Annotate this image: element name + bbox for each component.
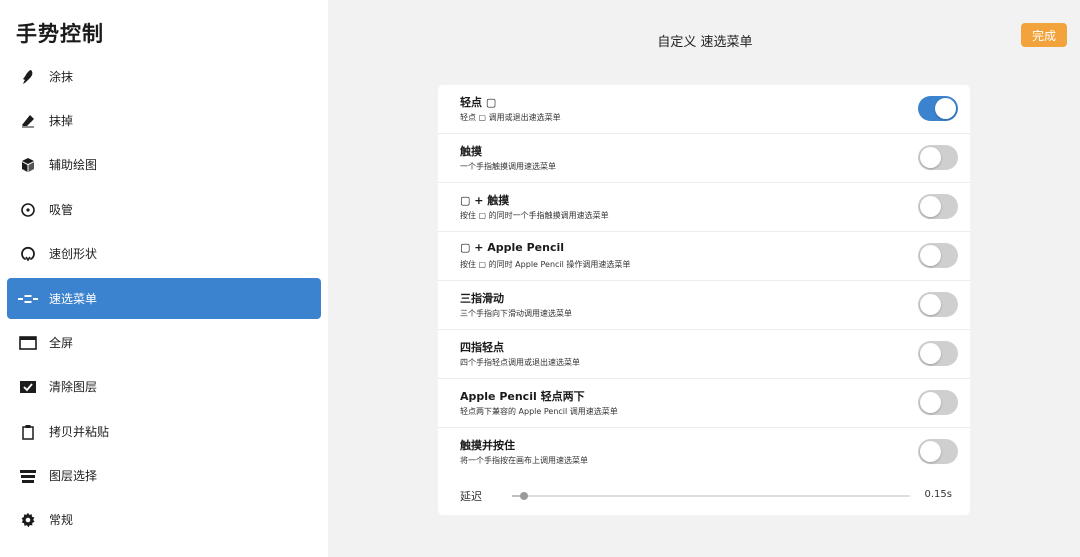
sidebar-item-smudge[interactable]: 涂抹 <box>7 56 321 97</box>
sidebar-item-label: 常规 <box>49 513 74 527</box>
sidebar-item-label: 吸管 <box>49 203 74 217</box>
setting-subtitle: 四个手指轻点调用或退出速选菜单 <box>460 358 580 367</box>
sidebar-item-label: 速选菜单 <box>49 292 98 306</box>
toggle-knob <box>920 343 941 364</box>
toggle-knob <box>920 441 941 462</box>
sidebar-item-fullscreen[interactable]: 全屏 <box>7 322 321 363</box>
sidebar-item-label: 图层选择 <box>49 469 98 483</box>
toggle-knob <box>920 147 941 168</box>
fullscreen-icon <box>18 333 38 353</box>
delay-slider-thumb[interactable] <box>519 492 528 500</box>
sidebar-item-quickshape[interactable]: 速创形状 <box>7 233 321 274</box>
setting-title: 三指滑动 <box>460 292 504 305</box>
toggle-switch[interactable] <box>918 145 958 170</box>
setting-row-tap-square: 轻点 ▢ 轻点 ▢ 调用或退出速选菜单 <box>438 85 970 134</box>
settings-card: 轻点 ▢ 轻点 ▢ 调用或退出速选菜单 触摸 一个手指触摸调用速选菜单 ▢ + … <box>438 85 970 515</box>
sidebar-item-label: 抹掉 <box>49 114 74 128</box>
quickshape-icon <box>18 244 38 264</box>
sidebar-item-eyedropper[interactable]: 吸管 <box>7 189 321 230</box>
delay-value: 0.15s <box>924 489 952 500</box>
toggle-knob <box>920 196 941 217</box>
sidebar-item-general[interactable]: 常规 <box>7 499 321 540</box>
sidebar-item-label: 全屏 <box>49 336 74 350</box>
toggle-switch[interactable] <box>918 243 958 268</box>
setting-row-touch: 触摸 一个手指触摸调用速选菜单 <box>438 134 970 183</box>
setting-row-four-finger-tap: 四指轻点 四个手指轻点调用或退出速选菜单 <box>438 330 970 379</box>
setting-subtitle: 按住 ▢ 的同时一个手指触摸调用速选菜单 <box>460 211 609 220</box>
toggle-knob <box>935 98 956 119</box>
sidebar-item-label: 辅助绘图 <box>49 158 98 172</box>
quickmenu-icon <box>18 289 38 309</box>
delay-label: 延迟 <box>460 490 482 503</box>
setting-title: 触摸 <box>460 145 482 158</box>
sidebar-item-assisted-drawing[interactable]: 辅助绘图 <box>7 144 321 185</box>
toggle-switch[interactable] <box>918 390 958 415</box>
sidebar: 手势控制 涂抹 抹掉 辅助绘图 吸管 速创形状 速选菜单 全屏 清除图层 拷贝并… <box>0 0 328 557</box>
toggle-switch[interactable] <box>918 341 958 366</box>
sidebar-item-erase[interactable]: 抹掉 <box>7 100 321 141</box>
layer-select-icon <box>18 466 38 486</box>
clear-layer-icon <box>18 377 38 397</box>
setting-row-three-finger-swipe: 三指滑动 三个手指向下滑动调用速选菜单 <box>438 281 970 330</box>
sidebar-item-label: 清除图层 <box>49 380 98 394</box>
sidebar-item-quickmenu[interactable]: 速选菜单 <box>7 278 321 319</box>
setting-title: 四指轻点 <box>460 341 504 354</box>
sidebar-item-label: 速创形状 <box>49 247 98 261</box>
toggle-switch[interactable] <box>918 194 958 219</box>
delay-row: 延迟 0.15s <box>438 477 970 515</box>
sidebar-item-label: 拷贝并粘贴 <box>49 425 110 439</box>
setting-row-touch-and-hold: 触摸并按住 将一个手指按在画布上调用速选菜单 <box>438 428 970 476</box>
setting-title: 轻点 ▢ <box>460 96 497 109</box>
cube-icon <box>18 155 38 175</box>
toggle-knob <box>920 294 941 315</box>
setting-subtitle: 轻点两下兼容的 Apple Pencil 调用速选菜单 <box>460 407 618 416</box>
toggle-switch[interactable] <box>918 292 958 317</box>
sidebar-item-copy-paste[interactable]: 拷贝并粘贴 <box>7 411 321 452</box>
delay-slider[interactable] <box>512 492 910 500</box>
setting-subtitle: 按住 ▢ 的同时 Apple Pencil 操作调用速选菜单 <box>460 260 631 269</box>
toggle-switch[interactable] <box>918 439 958 464</box>
done-button[interactable]: 完成 <box>1021 23 1067 47</box>
setting-row-square-pencil: ▢ + Apple Pencil 按住 ▢ 的同时 Apple Pencil 操… <box>438 232 970 281</box>
smudge-icon <box>18 67 38 87</box>
eraser-icon <box>18 111 38 131</box>
sidebar-item-layer-select[interactable]: 图层选择 <box>7 455 321 496</box>
setting-subtitle: 将一个手指按在画布上调用速选菜单 <box>460 456 588 465</box>
toggle-knob <box>920 245 941 266</box>
copy-paste-icon <box>18 422 38 442</box>
sidebar-title: 手势控制 <box>16 22 104 46</box>
setting-title: 触摸并按住 <box>460 439 515 452</box>
gear-icon <box>18 510 38 530</box>
page-title: 自定义 速选菜单 <box>657 35 753 50</box>
setting-title: ▢ + Apple Pencil <box>460 241 565 254</box>
setting-subtitle: 三个手指向下滑动调用速选菜单 <box>460 309 572 318</box>
setting-title: ▢ + 触摸 <box>460 194 510 207</box>
app-window: 手势控制 涂抹 抹掉 辅助绘图 吸管 速创形状 速选菜单 全屏 清除图层 拷贝并… <box>0 0 1080 557</box>
toggle-switch[interactable] <box>918 96 958 121</box>
setting-row-square-touch: ▢ + 触摸 按住 ▢ 的同时一个手指触摸调用速选菜单 <box>438 183 970 232</box>
sidebar-item-clear-layer[interactable]: 清除图层 <box>7 366 321 407</box>
sidebar-item-label: 涂抹 <box>49 70 74 84</box>
setting-title: Apple Pencil 轻点两下 <box>460 390 585 403</box>
toggle-knob <box>920 392 941 413</box>
setting-subtitle: 轻点 ▢ 调用或退出速选菜单 <box>460 113 561 122</box>
eyedropper-icon <box>18 200 38 220</box>
setting-subtitle: 一个手指触摸调用速选菜单 <box>460 162 556 171</box>
setting-row-pencil-double-tap: Apple Pencil 轻点两下 轻点两下兼容的 Apple Pencil 调… <box>438 379 970 428</box>
